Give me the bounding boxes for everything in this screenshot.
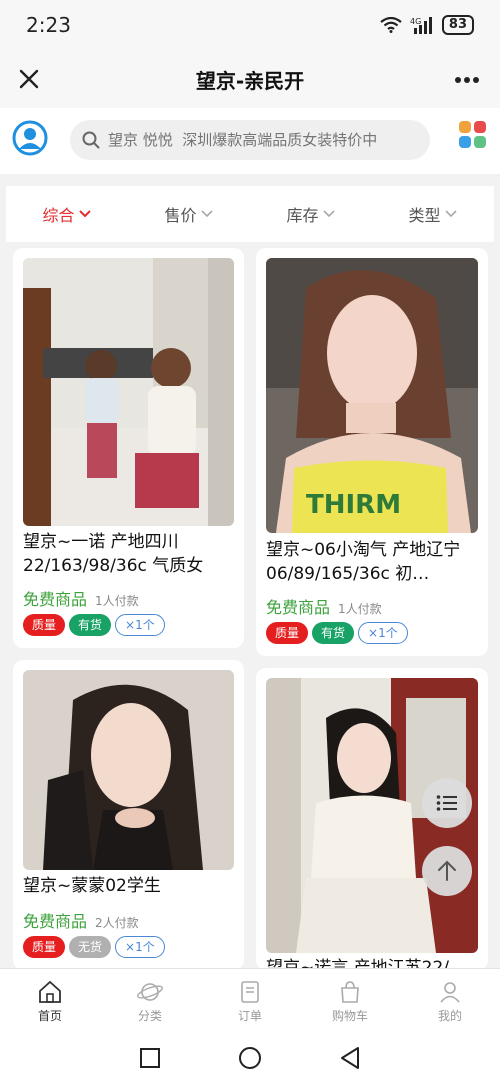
nav-label: 我的 — [437, 1009, 462, 1023]
stock-tag: 无货 — [69, 936, 112, 958]
home-icon — [39, 980, 61, 1003]
bottom-nav: 首页 分类 订单 购物车 我的 — [0, 968, 500, 1032]
nav-profile[interactable]: 我的 — [400, 969, 500, 1032]
product-price: 免费商品 — [266, 598, 331, 617]
product-price: 免费商品 — [23, 912, 88, 931]
arrow-up-icon — [438, 860, 456, 881]
price-row: 免费商品 2人付款 — [23, 908, 139, 932]
filter-comprehensive[interactable]: 综合 — [42, 202, 91, 226]
nav-category[interactable]: 分类 — [100, 969, 200, 1032]
order-icon — [241, 981, 259, 1003]
quality-tag: 质量 — [23, 936, 66, 958]
app-grid-icon[interactable] — [458, 120, 488, 150]
filter-label: 综合 — [42, 206, 75, 225]
nav-home[interactable]: 首页 — [0, 969, 100, 1032]
tag-list: 质量 有货 ×1个 — [23, 614, 165, 636]
filter-label: 类型 — [408, 206, 441, 225]
stock-tag: 有货 — [312, 622, 355, 644]
search-icon — [82, 131, 100, 149]
price-row: 免费商品 1人付款 — [23, 586, 139, 610]
chevron-down-icon — [322, 210, 335, 218]
tag-list: 质量 无货 ×1个 — [23, 936, 165, 958]
planet-icon — [137, 983, 163, 1001]
product-card[interactable]: 望京~蒙蒙02学生 免费商品 2人付款 质量 无货 ×1个 — [13, 660, 244, 970]
status-icons: 4G 83 — [380, 15, 474, 35]
nav-label: 购物车 — [331, 1009, 368, 1023]
product-image[interactable] — [23, 258, 234, 526]
back-to-top-button[interactable] — [422, 846, 472, 896]
product-name: 望京~蒙蒙02学生 — [23, 876, 161, 896]
payer-count: 2人付款 — [95, 916, 139, 930]
back-icon[interactable] — [339, 1046, 361, 1070]
product-name: 望京~06小淘气 产地辽宁06/89/165/36c 初… — [266, 540, 461, 584]
tag-list: 质量 有货 ×1个 — [266, 622, 408, 644]
more-icon[interactable] — [454, 76, 480, 84]
svg-text:4G: 4G — [410, 17, 421, 26]
filter-label: 库存 — [286, 206, 319, 225]
product-card[interactable]: THIRM 望京~06小淘气 产地辽宁06/89/165/36c 初… 免费商品… — [256, 248, 488, 656]
filter-bar: 综合 售价 库存 类型 — [6, 186, 494, 242]
home-button-icon[interactable] — [238, 1046, 262, 1070]
stock-tag: 有货 — [69, 614, 112, 636]
page-title: 望京-亲民开 — [195, 68, 305, 93]
filter-stock[interactable]: 库存 — [286, 202, 335, 226]
cart-icon — [341, 981, 359, 1003]
search-box[interactable] — [70, 120, 430, 160]
chevron-down-icon — [444, 210, 457, 218]
quality-tag: 质量 — [23, 614, 66, 636]
nav-label: 首页 — [37, 1009, 62, 1023]
signal-icon: 4G — [410, 17, 432, 34]
user-icon — [440, 982, 460, 1003]
wifi-icon — [380, 17, 402, 33]
payer-count: 1人付款 — [95, 594, 139, 608]
payer-count: 1人付款 — [338, 602, 382, 616]
nav-cart[interactable]: 购物车 — [300, 969, 400, 1032]
product-image[interactable] — [23, 670, 234, 870]
recent-apps-icon[interactable] — [139, 1047, 161, 1069]
quantity-tag: ×1个 — [115, 936, 165, 958]
filter-type[interactable]: 类型 — [408, 202, 457, 226]
search-bar — [0, 108, 500, 174]
status-bar: 2:23 4G 83 — [0, 0, 500, 50]
avatar-icon[interactable] — [12, 120, 48, 156]
close-icon[interactable] — [14, 64, 44, 94]
quantity-tag: ×1个 — [358, 622, 408, 644]
product-image[interactable]: THIRM — [266, 258, 478, 533]
chevron-down-icon — [200, 210, 213, 218]
product-card[interactable]: 望京~一诺 产地四川22/163/98/36c 气质女神… 免费商品 1人付款 … — [13, 248, 244, 648]
list-view-button[interactable] — [422, 778, 472, 828]
title-bar: 望京-亲民开 — [0, 50, 500, 108]
system-nav — [0, 1032, 500, 1084]
product-name: 望京~一诺 产地四川22/163/98/36c 气质女神… — [23, 532, 204, 576]
nav-orders[interactable]: 订单 — [200, 969, 300, 1032]
chevron-down-icon — [78, 210, 91, 218]
status-time: 2:23 — [26, 13, 71, 37]
battery-indicator: 83 — [441, 15, 474, 35]
quantity-tag: ×1个 — [115, 614, 165, 636]
list-icon — [436, 795, 457, 811]
quality-tag: 质量 — [266, 622, 309, 644]
svg-text:THIRM: THIRM — [306, 490, 401, 520]
nav-label: 订单 — [237, 1009, 262, 1023]
search-input[interactable] — [108, 131, 428, 149]
filter-price[interactable]: 售价 — [164, 202, 213, 226]
product-price: 免费商品 — [23, 590, 88, 609]
price-row: 免费商品 1人付款 — [266, 594, 382, 618]
nav-label: 分类 — [137, 1009, 162, 1023]
filter-label: 售价 — [164, 206, 197, 225]
